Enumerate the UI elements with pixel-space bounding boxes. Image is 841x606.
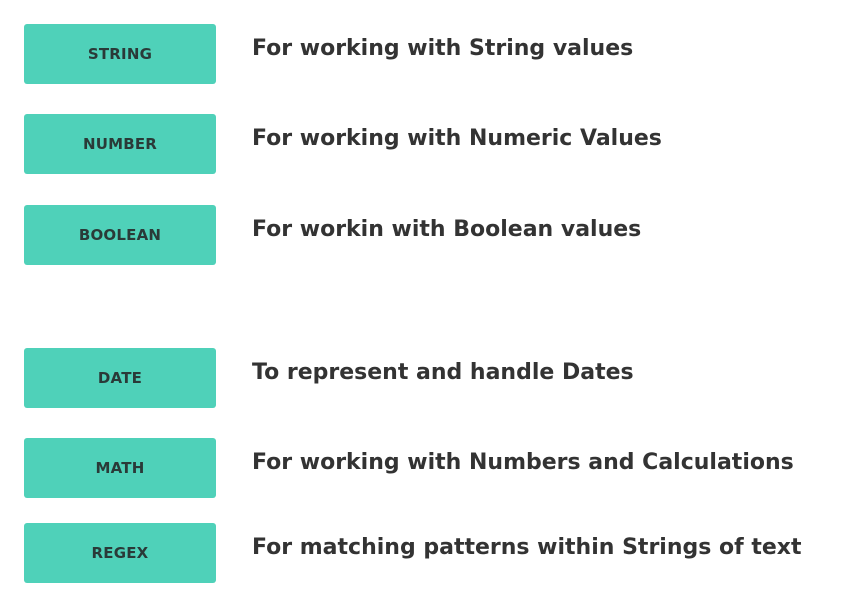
type-tag-math: MATH [24,438,216,498]
type-description-date: To represent and handle Dates [252,359,634,385]
type-description-number: For working with Numeric Values [252,125,662,151]
type-description-regex: For matching patterns within Strings of … [252,534,802,560]
type-tag-boolean: BOOLEAN [24,205,216,265]
type-description-math: For working with Numbers and Calculation… [252,449,794,475]
type-row-date: DATE To represent and handle Dates [0,348,841,408]
type-tag-string: STRING [24,24,216,84]
type-tag-regex: REGEX [24,523,216,583]
type-tag-date: DATE [24,348,216,408]
type-row-number: NUMBER For working with Numeric Values [0,114,841,174]
type-description-boolean: For workin with Boolean values [252,216,642,242]
type-row-regex: REGEX For matching patterns within Strin… [0,523,841,583]
type-tag-number: NUMBER [24,114,216,174]
type-description-string: For working with String values [252,35,634,61]
type-row-string: STRING For working with String values [0,24,841,84]
type-row-math: MATH For working with Numbers and Calcul… [0,438,841,498]
type-row-boolean: BOOLEAN For workin with Boolean values [0,205,841,265]
